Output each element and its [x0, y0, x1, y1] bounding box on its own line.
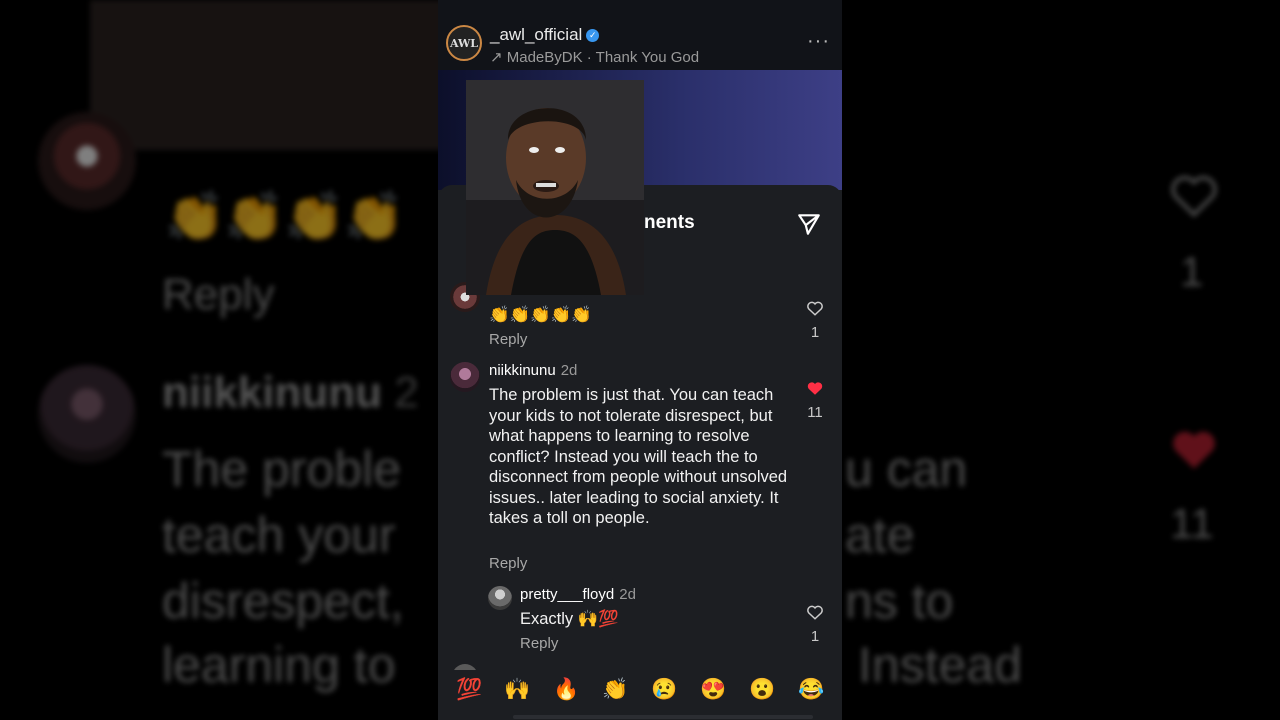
background-avatar-1	[38, 112, 136, 210]
reply-text: Exactly 🙌💯	[520, 610, 619, 628]
background-time: 2	[394, 368, 419, 417]
background-line-1-right: u can	[845, 441, 968, 497]
reply-button[interactable]: Reply	[489, 555, 527, 572]
emoji-surprised[interactable]: 😮	[749, 678, 775, 702]
comment-avatar[interactable]	[450, 362, 480, 392]
emoji-laughing[interactable]: 😂	[798, 678, 824, 702]
heart-outline-icon[interactable]	[806, 299, 824, 317]
background-username-text: niikkinunu	[162, 368, 382, 417]
background-reply: Reply	[162, 270, 275, 319]
comment-username[interactable]: niikkinunu 2d	[489, 362, 577, 379]
heart-outline-icon[interactable]	[806, 603, 824, 621]
background-avatar-2	[38, 365, 136, 463]
emoji-hundred[interactable]: 💯	[456, 678, 482, 702]
emoji-quick-bar: 💯 🙌 🔥 👏 😢 😍 😮 😂	[438, 670, 842, 720]
background-line-4-right: Instead	[858, 637, 1023, 693]
post-username[interactable]: _awl_official ✓	[490, 25, 600, 45]
like-count: 1	[810, 628, 820, 645]
like-count: 1	[810, 324, 820, 341]
background-line-2-right: ate	[845, 507, 915, 563]
background-line-3-right: ns to	[845, 573, 954, 629]
verified-badge-icon: ✓	[586, 29, 600, 43]
background-line-1-left: The proble	[162, 441, 402, 497]
post-header: AWL _awl_official ✓ ↗ MadeByDK · Thank Yo…	[438, 0, 842, 70]
heart-filled-icon[interactable]	[806, 379, 824, 397]
share-icon[interactable]	[796, 211, 822, 237]
background-line-2-left: teach your	[162, 507, 396, 563]
comment-text: 👏👏👏👏👏	[489, 306, 592, 324]
post-avatar[interactable]: AWL	[446, 25, 482, 61]
background-username: niikkinunu 2	[162, 368, 419, 418]
reply-avatar[interactable]	[488, 586, 512, 610]
comment-username-text: niikkinunu	[489, 362, 556, 379]
background-claps: 👏👏👏👏	[165, 191, 405, 244]
emoji-clap[interactable]: 👏	[602, 678, 628, 702]
background-line-4-left: learning to	[162, 637, 396, 693]
facecam-overlay	[466, 80, 644, 295]
like-count: 11	[807, 404, 823, 421]
post-username-text: _awl_official	[490, 25, 583, 44]
comments-sheet-title: nents	[644, 212, 695, 233]
post-audio-link[interactable]: ↗ MadeByDK · Thank You God	[490, 48, 699, 66]
background-likes-2: 11	[1170, 500, 1214, 547]
background-heart-filled-icon	[1173, 431, 1215, 469]
emoji-crying[interactable]: 😢	[651, 678, 677, 702]
reply-button[interactable]: Reply	[489, 331, 527, 348]
background-heart-outline-icon	[1171, 175, 1217, 218]
comment-text: The problem is just that. You can teach …	[489, 386, 788, 527]
emoji-raised-hands[interactable]: 🙌	[504, 678, 530, 702]
comment-time: 2d	[560, 362, 578, 379]
streamer-figure	[466, 80, 644, 295]
more-options-icon[interactable]: ···	[807, 30, 830, 53]
reply-button[interactable]: Reply	[520, 635, 558, 652]
comment-input-edge[interactable]	[513, 715, 813, 719]
background-likes-1: 1	[1180, 248, 1204, 295]
reply-username[interactable]: pretty___floyd 2d	[520, 586, 636, 603]
emoji-heart-eyes[interactable]: 😍	[700, 678, 726, 702]
reply-username-text: pretty___floyd	[520, 586, 615, 603]
background-line-3-left: disrespect,	[162, 573, 404, 629]
reply-time: 2d	[619, 586, 636, 603]
emoji-fire[interactable]: 🔥	[553, 678, 579, 702]
